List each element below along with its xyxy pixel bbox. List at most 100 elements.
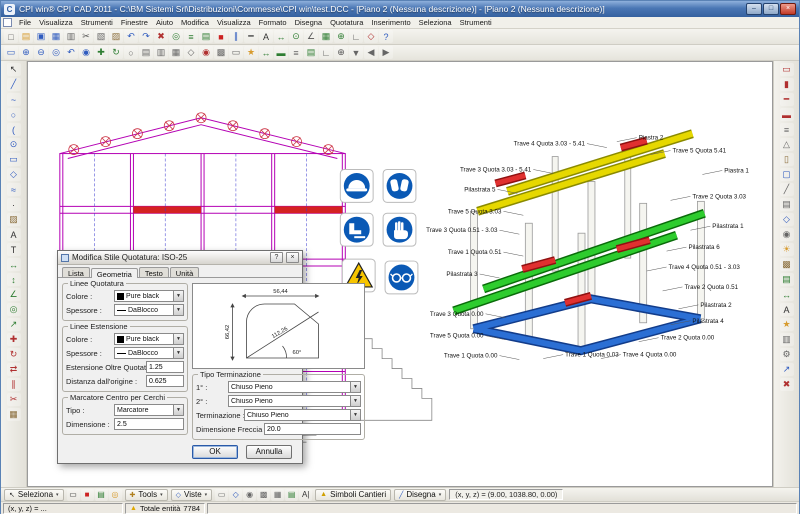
print-icon[interactable]: ▥ bbox=[64, 30, 78, 43]
units-icon[interactable]: ∠ bbox=[304, 30, 318, 43]
find-icon[interactable]: ◎ bbox=[169, 30, 183, 43]
menu-formato[interactable]: Formato bbox=[255, 18, 291, 27]
help-icon[interactable]: ? bbox=[379, 30, 393, 43]
prev-view-icon[interactable]: ◀ bbox=[364, 46, 378, 59]
ortho-icon[interactable]: ∟ bbox=[349, 30, 363, 43]
door-icon[interactable]: ▯ bbox=[780, 153, 794, 166]
seleziona-dropdown[interactable]: Seleziona bbox=[4, 489, 64, 501]
camera-icon[interactable]: ◉ bbox=[780, 228, 794, 241]
close-button[interactable] bbox=[780, 3, 796, 15]
point-icon[interactable]: · bbox=[7, 198, 21, 211]
save-all-icon[interactable]: ▦ bbox=[49, 30, 63, 43]
beam-icon[interactable]: ━ bbox=[780, 93, 794, 106]
layers-view-icon[interactable]: ▤ bbox=[304, 46, 318, 59]
view-side-icon[interactable]: ▦ bbox=[169, 46, 183, 59]
mirror-icon[interactable]: ⇄ bbox=[7, 363, 21, 376]
zoom-previous-icon[interactable]: ↶ bbox=[64, 46, 78, 59]
view-top-icon[interactable]: ▤ bbox=[139, 46, 153, 59]
symbols-icon[interactable]: ★ bbox=[780, 318, 794, 331]
disegna-dropdown[interactable]: Disegna bbox=[394, 489, 446, 501]
world-ucs-icon[interactable]: ⊕ bbox=[334, 46, 348, 59]
render-icon[interactable]: ★ bbox=[244, 46, 258, 59]
rectangle-icon[interactable]: ▭ bbox=[7, 153, 21, 166]
zoom-out-icon[interactable]: ⊖ bbox=[34, 46, 48, 59]
text-style-icon[interactable]: A bbox=[259, 30, 273, 43]
cut-icon[interactable]: ✂ bbox=[79, 30, 93, 43]
view-3d-icon[interactable]: ◇ bbox=[229, 489, 242, 501]
circle-icon[interactable]: ○ bbox=[7, 108, 21, 121]
close-panel-icon[interactable]: ✖ bbox=[780, 378, 794, 391]
window-element-icon[interactable]: ▢ bbox=[780, 168, 794, 181]
next-view-icon[interactable]: ▶ bbox=[379, 46, 393, 59]
maximize-button[interactable] bbox=[763, 3, 779, 15]
pan-icon[interactable]: ✚ bbox=[94, 46, 108, 59]
view-iso-icon[interactable]: ◇ bbox=[184, 46, 198, 59]
save-drawing-icon[interactable]: ▣ bbox=[34, 30, 48, 43]
dim-angular-icon[interactable]: ∠ bbox=[7, 288, 21, 301]
distanza-input[interactable] bbox=[146, 375, 184, 387]
materials-icon[interactable]: ▩ bbox=[780, 258, 794, 271]
dialog-help-button[interactable] bbox=[270, 252, 283, 263]
slab-icon[interactable]: ▬ bbox=[780, 108, 794, 121]
offset-icon[interactable]: ∥ bbox=[7, 378, 21, 391]
export-icon[interactable]: ↗ bbox=[780, 363, 794, 376]
wire-view-icon[interactable]: ▦ bbox=[271, 489, 284, 501]
new-drawing-icon[interactable]: □ bbox=[4, 30, 18, 43]
sun-icon[interactable]: ☀ bbox=[780, 243, 794, 256]
zoom-window-icon[interactable]: ▭ bbox=[4, 46, 18, 59]
undo-icon[interactable]: ↶ bbox=[124, 30, 138, 43]
menu-quotatura[interactable]: Quotatura bbox=[326, 18, 367, 27]
menu-inserimento[interactable]: Inserimento bbox=[367, 18, 414, 27]
freccia-input[interactable] bbox=[264, 423, 361, 435]
rotate-icon[interactable]: ↻ bbox=[7, 348, 21, 361]
estensione-input[interactable] bbox=[146, 361, 184, 373]
dimensione-marcatore-input[interactable] bbox=[114, 418, 184, 430]
mtext-icon[interactable]: T bbox=[7, 243, 21, 256]
menu-visualizza[interactable]: Visualizza bbox=[35, 18, 77, 27]
osnap-icon[interactable]: ◇ bbox=[364, 30, 378, 43]
ucs-icon[interactable]: ∟ bbox=[319, 46, 333, 59]
camera-view-icon[interactable]: ◉ bbox=[243, 489, 256, 501]
dim-vertical-icon[interactable]: ↕ bbox=[7, 273, 21, 286]
highlight-icon[interactable]: ◎ bbox=[109, 489, 122, 501]
layer-color-icon[interactable]: ■ bbox=[214, 30, 228, 43]
ellipse-icon[interactable]: ⊙ bbox=[7, 138, 21, 151]
layer-manager-icon[interactable]: ▤ bbox=[199, 30, 213, 43]
spessore-quotatura-combo[interactable]: DaBlocco ▼ bbox=[114, 304, 184, 316]
drawing-canvas[interactable]: Trave 4 Quota 3.03 - 5.41Piastra 2Trave … bbox=[27, 61, 773, 487]
list-entities-icon[interactable]: ≡ bbox=[289, 46, 303, 59]
column-icon[interactable]: ▮ bbox=[780, 78, 794, 91]
zoom-extents-icon[interactable]: ◎ bbox=[49, 46, 63, 59]
polyline-icon[interactable]: ~ bbox=[7, 93, 21, 106]
copy-icon[interactable]: ▧ bbox=[94, 30, 108, 43]
minimize-button[interactable] bbox=[746, 3, 762, 15]
pick-layer-icon[interactable]: ▤ bbox=[95, 489, 108, 501]
spline-icon[interactable]: ≈ bbox=[7, 183, 21, 196]
polygon-icon[interactable]: ◇ bbox=[7, 168, 21, 181]
ok-button[interactable]: OK bbox=[192, 445, 238, 459]
dim-linear-icon[interactable]: ↔ bbox=[7, 258, 21, 271]
tipo-marcatore-combo[interactable]: Marcatore ▼ bbox=[114, 404, 184, 416]
menu-strumenti[interactable]: Strumenti bbox=[456, 18, 496, 27]
terminazione-secondo-combo[interactable]: Chiuso Pieno ▼ bbox=[228, 395, 361, 407]
simboli-cantieri-button[interactable]: Simboli Cantieri bbox=[315, 489, 391, 501]
wireframe-icon[interactable]: ▭ bbox=[229, 46, 243, 59]
roof-icon[interactable]: △ bbox=[780, 138, 794, 151]
shade-icon[interactable]: ▩ bbox=[214, 46, 228, 59]
grid-icon[interactable]: ▦ bbox=[319, 30, 333, 43]
dim-style-icon[interactable]: ↔ bbox=[274, 30, 288, 43]
view-2d-icon[interactable]: ▭ bbox=[215, 489, 228, 501]
tab-unita[interactable]: Unità bbox=[170, 267, 200, 277]
print-view-icon[interactable]: ▥ bbox=[780, 333, 794, 346]
shade-view-icon[interactable]: ▩ bbox=[257, 489, 270, 501]
text-format-icon[interactable]: A| bbox=[299, 489, 312, 501]
layers-view-icon[interactable]: ▤ bbox=[285, 489, 298, 501]
annotate-icon[interactable]: A bbox=[780, 303, 794, 316]
distance-icon[interactable]: ↔ bbox=[259, 46, 273, 59]
terminazione-combo[interactable]: Chiuso Pieno ▼ bbox=[244, 409, 361, 421]
zoom-scale-icon[interactable]: ◉ bbox=[79, 46, 93, 59]
tab-testo[interactable]: Testo bbox=[139, 267, 169, 277]
named-views-icon[interactable]: ▼ bbox=[349, 46, 363, 59]
erase-icon[interactable]: ✖ bbox=[154, 30, 168, 43]
menu-strumenti[interactable]: Strumenti bbox=[77, 18, 117, 27]
